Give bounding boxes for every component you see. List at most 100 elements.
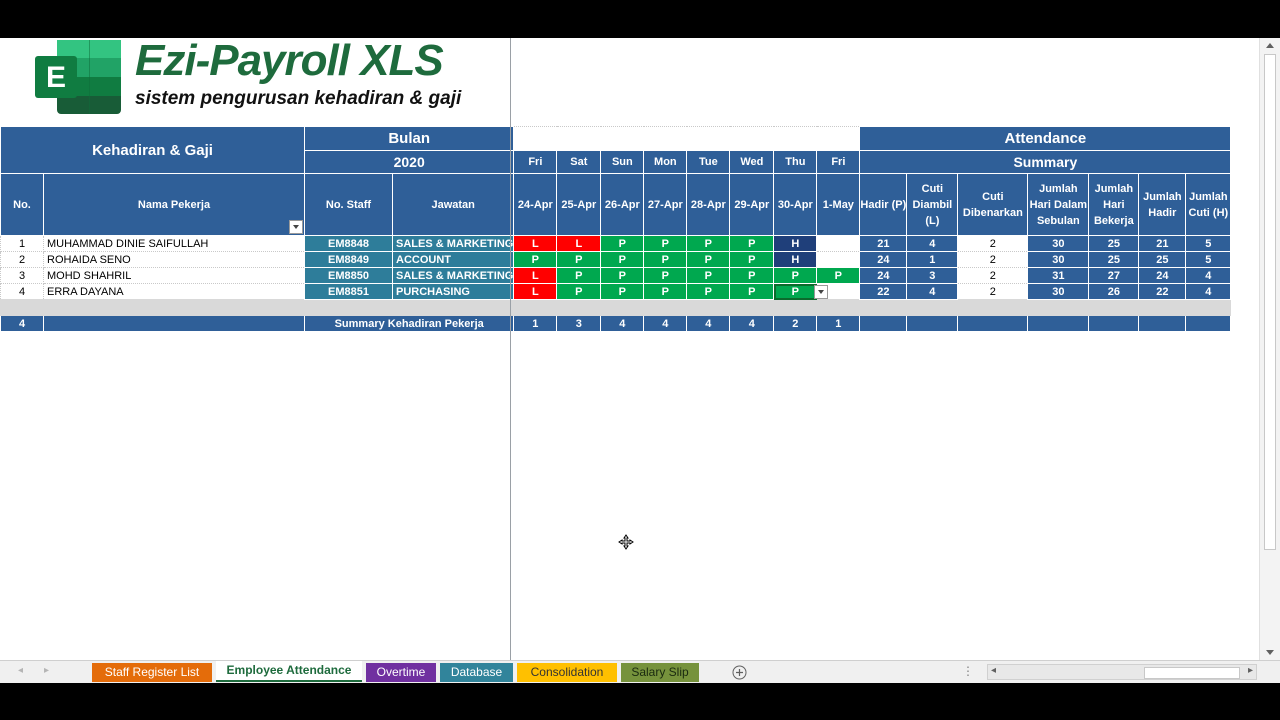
employee-name-cell[interactable]: MOHD SHAHRIL (43, 267, 305, 284)
day-header[interactable]: Mon (643, 150, 688, 174)
summary-col-header[interactable]: Cuti Diambil (L) (906, 173, 959, 236)
attendance-cell[interactable]: P (729, 235, 775, 252)
attendance-cell[interactable]: P (643, 235, 688, 252)
summary-value-cell[interactable]: 4 (906, 235, 959, 252)
attendance-cell[interactable]: H (773, 251, 818, 268)
tab-employee-attendance[interactable]: Employee Attendance (216, 661, 362, 682)
tab-consolidation[interactable]: Consolidation (517, 663, 617, 682)
summary-value-cell[interactable]: 5 (1185, 251, 1232, 268)
summary-value-cell[interactable]: 30 (1027, 235, 1090, 252)
summary-col-header[interactable]: Hadir (P) (859, 173, 908, 236)
attendance-cell[interactable]: P (600, 251, 645, 268)
attendance-cell[interactable]: P (643, 251, 688, 268)
summary-value-cell[interactable]: 5 (1185, 235, 1232, 252)
row-number-cell[interactable]: 2 (0, 251, 44, 268)
summary-value-cell[interactable]: 4 (906, 283, 959, 300)
row-number-cell[interactable]: 1 (0, 235, 44, 252)
vertical-scrollbar[interactable] (1259, 38, 1280, 660)
kehadiran-header[interactable]: Kehadiran & Gaji (0, 126, 305, 174)
summary-value-cell[interactable]: 3 (906, 267, 959, 284)
position-cell[interactable]: SALES & MARKETING (391, 267, 515, 284)
attendance-cell[interactable]: P (513, 251, 558, 268)
date-header[interactable]: 25-Apr (556, 173, 602, 236)
blank-header-cell[interactable] (513, 126, 860, 151)
summary-total[interactable]: 4 (643, 315, 688, 332)
summary-value-cell[interactable]: 25 (1088, 251, 1140, 268)
summary-value-cell[interactable]: 24 (859, 251, 908, 268)
attendance-cell[interactable]: P (773, 283, 818, 300)
cell-dropdown-icon[interactable] (814, 285, 828, 299)
summary-header[interactable]: Summary (859, 150, 1232, 174)
row-number-cell[interactable]: 3 (0, 267, 44, 284)
summary-blank[interactable] (1088, 315, 1140, 332)
tab-overtime[interactable]: Overtime (366, 663, 436, 682)
summary-value-cell[interactable]: 22 (1138, 283, 1187, 300)
attendance-cell[interactable]: P (686, 283, 731, 300)
summary-value-cell[interactable]: 21 (859, 235, 908, 252)
summary-value-cell[interactable]: 30 (1027, 251, 1090, 268)
summary-blank[interactable] (1185, 315, 1232, 332)
attendance-cell[interactable]: L (513, 283, 558, 300)
day-header[interactable]: Tue (686, 150, 731, 174)
day-header[interactable]: Fri (513, 150, 558, 174)
day-header[interactable]: Wed (729, 150, 775, 174)
summary-count[interactable]: 4 (0, 315, 44, 332)
attendance-cell[interactable]: P (600, 267, 645, 284)
summary-value-cell[interactable]: 24 (1138, 267, 1187, 284)
summary-value-cell[interactable]: 25 (1138, 251, 1187, 268)
summary-blank[interactable] (43, 315, 305, 332)
attendance-cell[interactable]: P (556, 283, 602, 300)
attendance-cell[interactable]: P (600, 283, 645, 300)
summary-value-cell[interactable]: 2 (957, 235, 1029, 252)
attendance-cell[interactable]: P (729, 251, 775, 268)
summary-total[interactable]: 2 (773, 315, 818, 332)
attendance-cell[interactable]: P (686, 267, 731, 284)
attendance-cell[interactable]: P (729, 283, 775, 300)
staff-id-cell[interactable]: EM8851 (304, 283, 393, 300)
hscroll-thumb[interactable] (1144, 667, 1240, 679)
day-header[interactable]: Sat (556, 150, 602, 174)
attendance-cell[interactable]: L (513, 235, 558, 252)
attendance-cell[interactable]: P (556, 251, 602, 268)
tab-scroll-right-icon[interactable]: ▸ (44, 665, 49, 676)
summary-value-cell[interactable]: 1 (906, 251, 959, 268)
date-header[interactable]: 26-Apr (600, 173, 645, 236)
summary-value-cell[interactable]: 2 (957, 267, 1029, 284)
staff-id-cell[interactable]: EM8848 (304, 235, 393, 252)
summary-value-cell[interactable]: 2 (957, 251, 1029, 268)
filter-dropdown-icon[interactable] (289, 220, 303, 234)
attendance-cell[interactable]: P (643, 283, 688, 300)
summary-value-cell[interactable]: 22 (859, 283, 908, 300)
attendance-header[interactable]: Attendance (859, 126, 1232, 151)
summary-col-header[interactable]: Jumlah Hari Bekerja (1088, 173, 1140, 236)
summary-total[interactable]: 3 (556, 315, 602, 332)
summary-total[interactable]: 1 (513, 315, 558, 332)
summary-label[interactable]: Summary Kehadiran Pekerja (303, 315, 515, 332)
summary-value-cell[interactable]: 27 (1088, 267, 1140, 284)
horizontal-scrollbar[interactable]: ◂ ▸ (987, 664, 1257, 680)
attendance-cell[interactable]: P (600, 235, 645, 252)
day-header[interactable]: Sun (600, 150, 645, 174)
employee-name-cell[interactable]: MUHAMMAD DINIE SAIFULLAH (43, 235, 305, 252)
scroll-down-icon[interactable] (1266, 650, 1274, 655)
attendance-cell[interactable] (816, 235, 861, 252)
date-header[interactable]: 24-Apr (513, 173, 558, 236)
attendance-cell[interactable]: L (556, 235, 602, 252)
bulan-header[interactable]: Bulan (303, 126, 515, 151)
hscroll-left-icon[interactable]: ◂ (991, 665, 996, 676)
summary-blank[interactable] (859, 315, 908, 332)
scroll-thumb[interactable] (1264, 54, 1276, 550)
employee-name-cell[interactable]: ERRA DAYANA (43, 283, 305, 300)
date-header[interactable]: 27-Apr (643, 173, 688, 236)
summary-total[interactable]: 4 (729, 315, 775, 332)
summary-col-header[interactable]: Jumlah Hadir (1138, 173, 1187, 236)
attendance-cell[interactable]: P (729, 267, 775, 284)
summary-col-header[interactable]: Cuti Dibenarkan (957, 173, 1029, 236)
tab-database[interactable]: Database (440, 663, 513, 682)
date-header[interactable]: 1-May (816, 173, 861, 236)
staff-id-cell[interactable]: EM8849 (304, 251, 393, 268)
summary-value-cell[interactable]: 4 (1185, 267, 1232, 284)
attendance-cell[interactable]: H (773, 235, 818, 252)
summary-value-cell[interactable]: 24 (859, 267, 908, 284)
tab-salary-slip[interactable]: Salary Slip (621, 663, 699, 682)
